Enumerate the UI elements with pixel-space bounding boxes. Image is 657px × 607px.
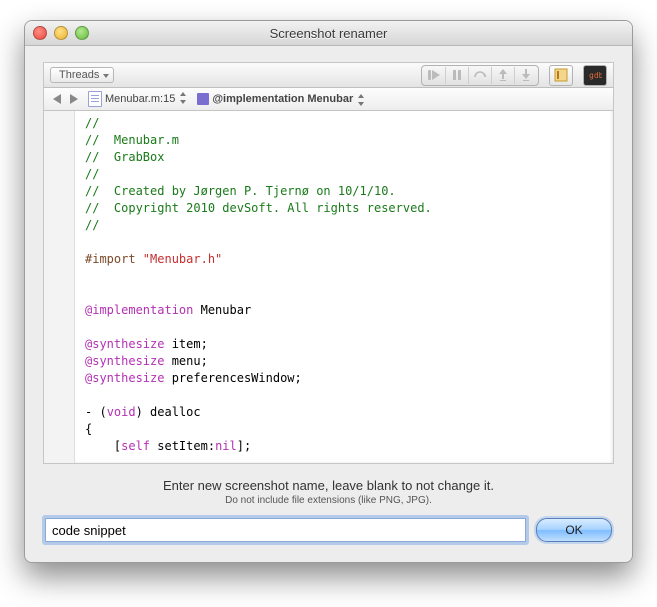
svg-text:gdb: gdb [589, 71, 602, 80]
code-text: // // Menubar.m // GrabBox // // Created… [75, 111, 613, 464]
dialog-window: Screenshot renamer Threads [24, 20, 633, 563]
breadcrumb-bar: Menubar.m:15 @implementation Menubar [44, 88, 613, 111]
file-crumb-label: Menubar.m:15 [105, 93, 175, 105]
console-icon[interactable]: gdb [583, 65, 607, 86]
nav-forward-icon[interactable] [67, 93, 80, 106]
continue-icon[interactable] [423, 67, 445, 84]
symbol-crumb-label: @implementation Menubar [212, 93, 353, 105]
step-in-icon[interactable] [514, 67, 537, 84]
zoom-icon[interactable] [75, 26, 89, 40]
pause-icon[interactable] [445, 67, 468, 84]
prompt-subtext: Do not include file extensions (like PNG… [43, 495, 614, 518]
breakpoints-icon[interactable] [549, 65, 573, 86]
input-row: OK [43, 518, 614, 546]
window-controls [33, 26, 89, 40]
dialog-content: Threads [25, 46, 632, 562]
nav-back-icon[interactable] [50, 93, 63, 106]
step-over-icon[interactable] [468, 67, 491, 84]
filename-input[interactable] [45, 518, 526, 542]
file-crumb[interactable]: Menubar.m:15 [84, 90, 189, 108]
symbol-crumb[interactable]: @implementation Menubar [193, 92, 367, 106]
gutter[interactable] [44, 111, 75, 464]
threads-dropdown[interactable]: Threads [50, 67, 114, 83]
window-title: Screenshot renamer [25, 26, 632, 41]
ok-button[interactable]: OK [536, 518, 612, 542]
debug-controls [421, 65, 539, 86]
close-icon[interactable] [33, 26, 47, 40]
step-out-icon[interactable] [491, 67, 514, 84]
file-icon [88, 91, 102, 107]
code-editor[interactable]: // // Menubar.m // GrabBox // // Created… [44, 111, 613, 464]
prompt-text: Enter new screenshot name, leave blank t… [43, 464, 614, 495]
class-icon [197, 93, 209, 105]
titlebar[interactable]: Screenshot renamer [25, 21, 632, 46]
minimize-icon[interactable] [54, 26, 68, 40]
debugger-toolbar: Threads [44, 63, 613, 88]
screenshot-preview: Threads [43, 62, 614, 464]
